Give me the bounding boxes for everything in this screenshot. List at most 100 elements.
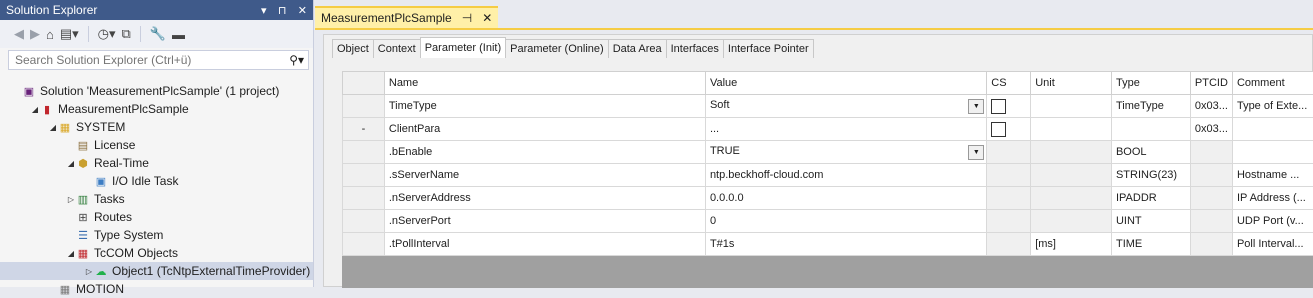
row-marker — [343, 233, 385, 256]
document-tab-underline — [315, 28, 1313, 30]
row-marker — [343, 164, 385, 187]
toolbar-separator — [140, 26, 141, 42]
cell-cs[interactable] — [987, 118, 1031, 141]
cell-value[interactable]: T#1s — [705, 233, 986, 256]
motion-icon: ▦ — [58, 282, 72, 296]
cell-name: .sServerName — [384, 164, 705, 187]
properties-icon[interactable]: 🔧 — [150, 26, 166, 42]
switch-views-icon[interactable]: ▤▾ — [60, 26, 79, 42]
tree-item[interactable]: ⊞Routes — [0, 208, 313, 226]
cell-value[interactable]: TRUE ▼ — [705, 141, 986, 164]
tree-item[interactable]: ▤License — [0, 136, 313, 154]
panel-title: Solution Explorer — [6, 3, 97, 17]
tree-item[interactable]: ▣Solution 'MeasurementPlcSample' (1 proj… — [0, 82, 313, 100]
dropdown-arrow-icon[interactable]: ▼ — [968, 145, 984, 160]
tab-data-area[interactable]: Data Area — [608, 39, 667, 58]
search-icon[interactable]: ⚲▾ — [289, 53, 304, 67]
close-icon[interactable]: ✕ — [482, 11, 492, 25]
cell-value[interactable]: 0 — [705, 210, 986, 233]
cell-cs[interactable] — [987, 95, 1031, 118]
cell-unit: [ms] — [1031, 233, 1112, 256]
value-text: ntp.beckhoff-cloud.com — [710, 169, 824, 181]
history-icon[interactable]: ◷▾ — [98, 26, 116, 42]
table-row[interactable]: .tPollIntervalT#1s[ms]TIMEPoll Interval.… — [343, 233, 1313, 256]
column-header[interactable]: Value — [705, 72, 986, 95]
expander-icon[interactable]: ◢ — [66, 249, 76, 258]
row-marker — [343, 141, 385, 164]
table-header-row: NameValueCSUnitTypePTCIDComment — [343, 72, 1313, 95]
table-row[interactable]: .sServerNamentp.beckhoff-cloud.comSTRING… — [343, 164, 1313, 187]
row-marker — [343, 187, 385, 210]
preview-icon[interactable]: ▬ — [172, 27, 185, 42]
column-header[interactable] — [343, 72, 385, 95]
tree-item-label: I/O Idle Task — [112, 174, 178, 188]
tree-item-label: SYSTEM — [76, 120, 125, 134]
cs-checkbox[interactable] — [991, 122, 1006, 137]
expander-icon[interactable]: ▷ — [66, 195, 76, 204]
cell-unit — [1031, 210, 1112, 233]
tree-item[interactable]: ◢▦SYSTEM — [0, 118, 313, 136]
collapse-all-icon[interactable]: ⧉ — [122, 26, 131, 42]
column-header[interactable]: Name — [384, 72, 705, 95]
back-icon[interactable]: ◀ — [14, 26, 24, 42]
close-icon[interactable]: ✕ — [298, 5, 307, 17]
tab-interface-pointer[interactable]: Interface Pointer — [723, 39, 814, 58]
table-row[interactable]: .nServerAddress0.0.0.0IPADDRIP Address (… — [343, 187, 1313, 210]
tab-context[interactable]: Context — [373, 39, 421, 58]
cell-ptcid: 0x03... — [1190, 118, 1232, 141]
tab-interfaces[interactable]: Interfaces — [666, 39, 724, 58]
tree-item[interactable]: ◢▮MeasurementPlcSample — [0, 100, 313, 118]
search-box: ⚲▾ — [8, 50, 309, 70]
cell-value[interactable]: ... — [705, 118, 986, 141]
home-icon[interactable]: ⌂ — [46, 27, 54, 42]
cell-comment — [1232, 118, 1313, 141]
license-icon: ▤ — [76, 138, 90, 152]
dropdown-icon[interactable]: ▾ — [261, 5, 267, 17]
solution-tree: ▣Solution 'MeasurementPlcSample' (1 proj… — [0, 82, 313, 298]
column-header[interactable]: Comment — [1232, 72, 1313, 95]
pin-icon[interactable]: ⊣ — [462, 11, 472, 25]
tab-parameter-online[interactable]: Parameter (Online) — [505, 39, 609, 58]
cell-cs — [987, 141, 1031, 164]
dropdown-arrow-icon[interactable]: ▼ — [968, 99, 984, 114]
toolbar-separator — [88, 26, 89, 42]
expander-icon[interactable]: ◢ — [48, 123, 58, 132]
expander-icon[interactable]: ◢ — [30, 105, 40, 114]
tree-item[interactable]: ◢▦TcCOM Objects — [0, 244, 313, 262]
tab-parameter-init[interactable]: Parameter (Init) — [420, 37, 506, 58]
cell-value[interactable]: ntp.beckhoff-cloud.com — [705, 164, 986, 187]
expander-icon[interactable]: ◢ — [66, 159, 76, 168]
expander-icon[interactable]: ▷ — [84, 267, 94, 276]
column-header[interactable]: Unit — [1031, 72, 1112, 95]
table-row[interactable]: .nServerPort0UINTUDP Port (v... — [343, 210, 1313, 233]
sub-tabs: ObjectContextParameter (Init)Parameter (… — [332, 39, 813, 58]
tree-item[interactable]: ▣I/O Idle Task — [0, 172, 313, 190]
cell-cs — [987, 233, 1031, 256]
cell-name: ClientPara — [384, 118, 705, 141]
column-header[interactable]: CS — [987, 72, 1031, 95]
column-header[interactable]: Type — [1111, 72, 1190, 95]
column-header[interactable]: PTCID — [1190, 72, 1232, 95]
table-row[interactable]: .bEnableTRUE▼BOOL — [343, 141, 1313, 164]
cell-value[interactable]: Soft▼ — [705, 95, 986, 118]
tree-item-label: Type System — [94, 228, 163, 242]
tree-item[interactable]: ▦MOTION — [0, 280, 313, 298]
tree-item[interactable]: ◢⬢Real-Time — [0, 154, 313, 172]
tree-item[interactable]: ▷▥Tasks — [0, 190, 313, 208]
cell-unit — [1031, 141, 1112, 164]
row-marker — [343, 210, 385, 233]
value-text: TRUE — [710, 145, 740, 157]
document-tab[interactable]: MeasurementPlcSample ⊣ ✕ — [315, 6, 498, 28]
cs-checkbox[interactable] — [991, 99, 1006, 114]
table-row[interactable]: TimeTypeSoft▼TimeType0x03...Type of Exte… — [343, 95, 1313, 118]
forward-icon[interactable]: ▶ — [30, 26, 40, 42]
tree-item[interactable]: ▷☁Object1 (TcNtpExternalTimeProvider) — [0, 262, 313, 280]
pin-icon[interactable]: ⊓ — [278, 5, 287, 17]
cell-ptcid: 0x03... — [1190, 95, 1232, 118]
tab-object[interactable]: Object — [332, 39, 374, 58]
search-input[interactable] — [13, 52, 277, 68]
tree-item[interactable]: ☰Type System — [0, 226, 313, 244]
cell-ptcid — [1190, 141, 1232, 164]
table-row[interactable]: -ClientPara...0x03... — [343, 118, 1313, 141]
cell-value[interactable]: 0.0.0.0 — [705, 187, 986, 210]
